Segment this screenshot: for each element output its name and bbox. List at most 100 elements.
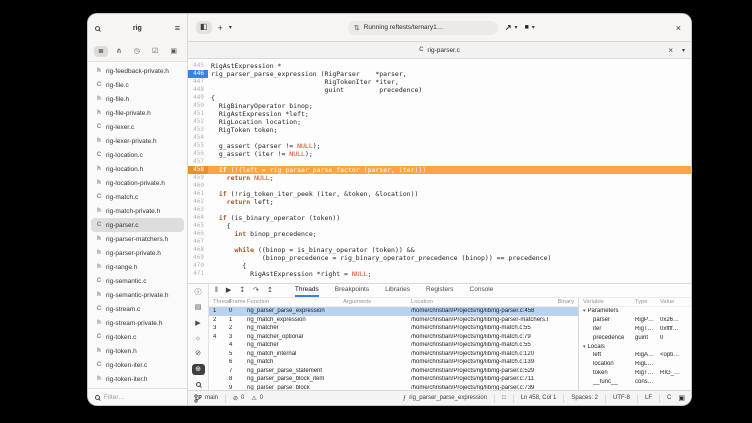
file-item[interactable]: hrig-range.h xyxy=(91,260,184,274)
line-number[interactable]: 452 xyxy=(188,118,208,126)
col-frame[interactable]: Frame xyxy=(229,299,247,305)
pause-button[interactable]: ‖ xyxy=(215,287,218,294)
toggle-panel-button[interactable]: ◧ xyxy=(196,21,212,33)
line-number[interactable]: 466 xyxy=(188,230,208,238)
warning-counter[interactable]: ⚠ 0 xyxy=(251,395,263,402)
project-tree-icon[interactable]: ≣ xyxy=(94,46,108,58)
col-arguments[interactable]: Arguments xyxy=(343,299,411,305)
code-line[interactable]: 449{ xyxy=(188,94,691,102)
line-number[interactable]: 471 xyxy=(188,270,208,278)
thread-row[interactable]: 6rig_match/home/christian/Projects/rig/l… xyxy=(209,358,578,367)
debugger-icon[interactable]: ⊕ xyxy=(192,364,205,374)
expander-icon[interactable]: ▾ xyxy=(583,308,586,314)
line-number[interactable]: 453 xyxy=(188,126,208,134)
line-number[interactable]: 468 xyxy=(188,246,208,254)
code-line[interactable]: 471 RigAstExpression *right = NULL; xyxy=(188,270,691,278)
col-function[interactable]: Function xyxy=(247,299,343,305)
comments-icon[interactable]: ▣ xyxy=(166,46,181,58)
code-line[interactable]: 457 xyxy=(188,158,691,166)
line-number[interactable]: 469 xyxy=(188,254,208,262)
file-item[interactable]: Crig-semantic.c xyxy=(91,274,184,288)
code-line[interactable]: 469 (binop_precedence = rig_binary_opera… xyxy=(188,254,691,262)
code-line[interactable]: 452 RigLocation location; xyxy=(188,118,691,126)
terminal-icon[interactable]: ▤ xyxy=(192,302,205,312)
function-context[interactable]: ƒ rig_parser_parse_expression xyxy=(403,394,487,402)
variable-row[interactable]: parserRigP…0x26… xyxy=(579,316,691,325)
line-number[interactable]: 459 xyxy=(188,174,208,182)
run-options-caret-icon[interactable]: ▾ xyxy=(515,24,518,31)
code-line[interactable]: 464 if (is_binary_operator (token)) xyxy=(188,214,691,222)
code-line[interactable]: 462 return left; xyxy=(188,198,691,206)
code-line[interactable]: 470 { xyxy=(188,262,691,270)
run-button[interactable]: ↗ xyxy=(505,23,512,32)
variable-group-row[interactable]: ▾Parameters xyxy=(579,307,691,316)
code-line[interactable]: 459 return NULL; xyxy=(188,174,691,182)
file-item[interactable]: hrig-parser-matchers.h xyxy=(91,232,184,246)
suggestions-icon[interactable]: ☼ xyxy=(192,333,205,343)
code-line[interactable]: 446rig_parser_parse_expression (RigParse… xyxy=(188,70,691,78)
thread-row[interactable]: 7rig_parser_parse_statement/home/christi… xyxy=(209,367,578,376)
line-number[interactable]: 467 xyxy=(188,238,208,246)
line-number[interactable]: 465 xyxy=(188,222,208,230)
indent-setting[interactable]: Spaces: 2 xyxy=(571,395,598,401)
file-item[interactable]: Crig-parser.c xyxy=(91,218,184,232)
debugger-tab-threads[interactable]: Threads xyxy=(295,284,319,297)
line-number[interactable]: 456 xyxy=(188,150,208,158)
code-line[interactable]: 447 RigTokenIter *iter, xyxy=(188,78,691,86)
thread-row[interactable]: 32rig_matcher/home/christian/Projects/ri… xyxy=(209,324,578,333)
file-item[interactable]: hrig-file.h xyxy=(91,92,184,106)
thread-row[interactable]: 43rig_matcher_optional/home/christian/Pr… xyxy=(209,333,578,342)
code-line[interactable]: 458 if (!(left = rig_parser_parse_factor… xyxy=(188,166,691,174)
col-variable[interactable]: Variable xyxy=(583,299,635,305)
file-item[interactable]: hrig-semantic-private.h xyxy=(91,288,184,302)
variable-row[interactable]: __func__cons… xyxy=(579,377,691,386)
code-line[interactable]: 466 int binop_precedence; xyxy=(188,230,691,238)
file-item[interactable]: Crig-lexer.c xyxy=(91,120,184,134)
history-icon[interactable]: ◷ xyxy=(130,46,144,58)
new-document-caret-icon[interactable]: ▾ xyxy=(229,24,232,31)
file-item[interactable]: hrig-match-private.h xyxy=(91,204,184,218)
line-number[interactable]: 449 xyxy=(188,94,208,102)
panel-toggle-icon[interactable]: ▣ xyxy=(678,394,685,402)
col-location[interactable]: Location xyxy=(411,299,548,305)
col-binary[interactable]: Binary xyxy=(548,299,574,305)
file-item[interactable]: Crig-stream.c xyxy=(91,302,184,316)
variable-row[interactable]: leftRigA…<opti… xyxy=(579,351,691,360)
line-number[interactable]: 462 xyxy=(188,198,208,206)
thread-row[interactable]: 10rig_parser_parse_expression/home/chris… xyxy=(209,307,578,316)
expander-icon[interactable]: ▾ xyxy=(583,344,586,350)
window-close-button[interactable]: × xyxy=(674,23,683,33)
col-thread[interactable]: Thread xyxy=(213,299,229,305)
line-number[interactable]: 460 xyxy=(188,182,208,190)
encoding-setting[interactable]: UTF-8 xyxy=(613,395,630,401)
line-number[interactable]: 457 xyxy=(188,158,208,166)
tab-close-button[interactable]: × xyxy=(668,46,673,55)
code-line[interactable]: 455 g_assert (parser != NULL); xyxy=(188,142,691,150)
line-number[interactable]: 458 xyxy=(188,166,208,174)
tab-rig-parser[interactable]: C rig-parser.c xyxy=(419,47,460,54)
variable-row[interactable]: precedenceguint0 xyxy=(579,333,691,342)
line-number[interactable]: 451 xyxy=(188,110,208,118)
language-setting[interactable]: C xyxy=(667,395,671,401)
network-icon[interactable]: ⊘ xyxy=(192,349,205,359)
line-number[interactable]: 470 xyxy=(188,262,208,270)
step-out-button[interactable]: ↥ xyxy=(267,287,273,294)
file-item[interactable]: Crig-match.c xyxy=(91,190,184,204)
code-line[interactable]: 451 RigAstExpression *left; xyxy=(188,110,691,118)
search-icon[interactable] xyxy=(95,26,100,31)
document-icon[interactable]: □ xyxy=(502,395,506,401)
output-icon[interactable]: ▶ xyxy=(192,318,205,328)
variable-row[interactable]: iterRigT…0xffff… xyxy=(579,325,691,334)
variable-group-row[interactable]: ▾Locals xyxy=(579,342,691,351)
debugger-tab-libraries[interactable]: Libraries xyxy=(385,284,410,297)
file-item[interactable]: hrig-token-iter.h xyxy=(91,372,184,386)
line-number[interactable]: 450 xyxy=(188,102,208,110)
todo-icon[interactable]: ☑ xyxy=(148,46,162,58)
file-item[interactable]: hrig-stream-private.h xyxy=(91,316,184,330)
cursor-position[interactable]: Ln 458, Col 1 xyxy=(521,395,557,401)
stop-button[interactable]: ■ xyxy=(525,24,529,31)
line-number[interactable]: 445 xyxy=(188,62,208,70)
continue-button[interactable]: ▶ xyxy=(226,287,231,294)
code-line[interactable]: 448 guint precedence) xyxy=(188,86,691,94)
thread-row[interactable]: 21rig_match_expression/home/christian/Pr… xyxy=(209,316,578,325)
